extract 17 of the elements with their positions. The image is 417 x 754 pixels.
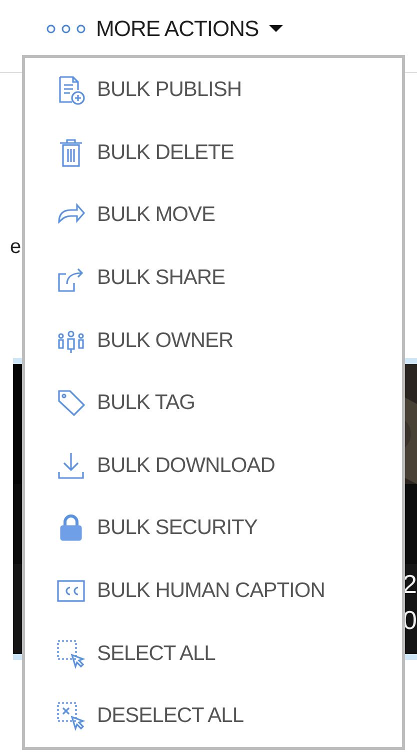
menu-item[interactable]: BULK SHARE xyxy=(25,246,402,310)
menu-item[interactable]: BULK OWNER xyxy=(25,309,402,372)
menu-item[interactable]: BULK TAG xyxy=(25,372,402,435)
deselect-area-icon xyxy=(55,700,87,732)
page-text: e xyxy=(10,236,22,259)
more-actions-button[interactable]: MORE ACTIONS xyxy=(42,12,287,46)
menu-item[interactable]: DESELECT ALL xyxy=(25,684,402,748)
menu-item[interactable]: BULK HUMAN CAPTION xyxy=(25,560,402,622)
more-icon xyxy=(46,24,86,34)
menu-item[interactable]: BULK DOWNLOAD xyxy=(25,434,402,498)
menu-item[interactable]: SELECT ALL xyxy=(25,622,402,685)
menu-item[interactable]: BULK PUBLISH xyxy=(25,59,402,122)
menu-item[interactable]: BULK SECURITY xyxy=(25,497,402,560)
select-area-icon xyxy=(55,638,87,670)
menu-item[interactable]: BULK MOVE xyxy=(25,184,402,247)
menu-item[interactable]: BULK DELETE xyxy=(25,122,402,184)
caret-icon xyxy=(268,25,283,33)
